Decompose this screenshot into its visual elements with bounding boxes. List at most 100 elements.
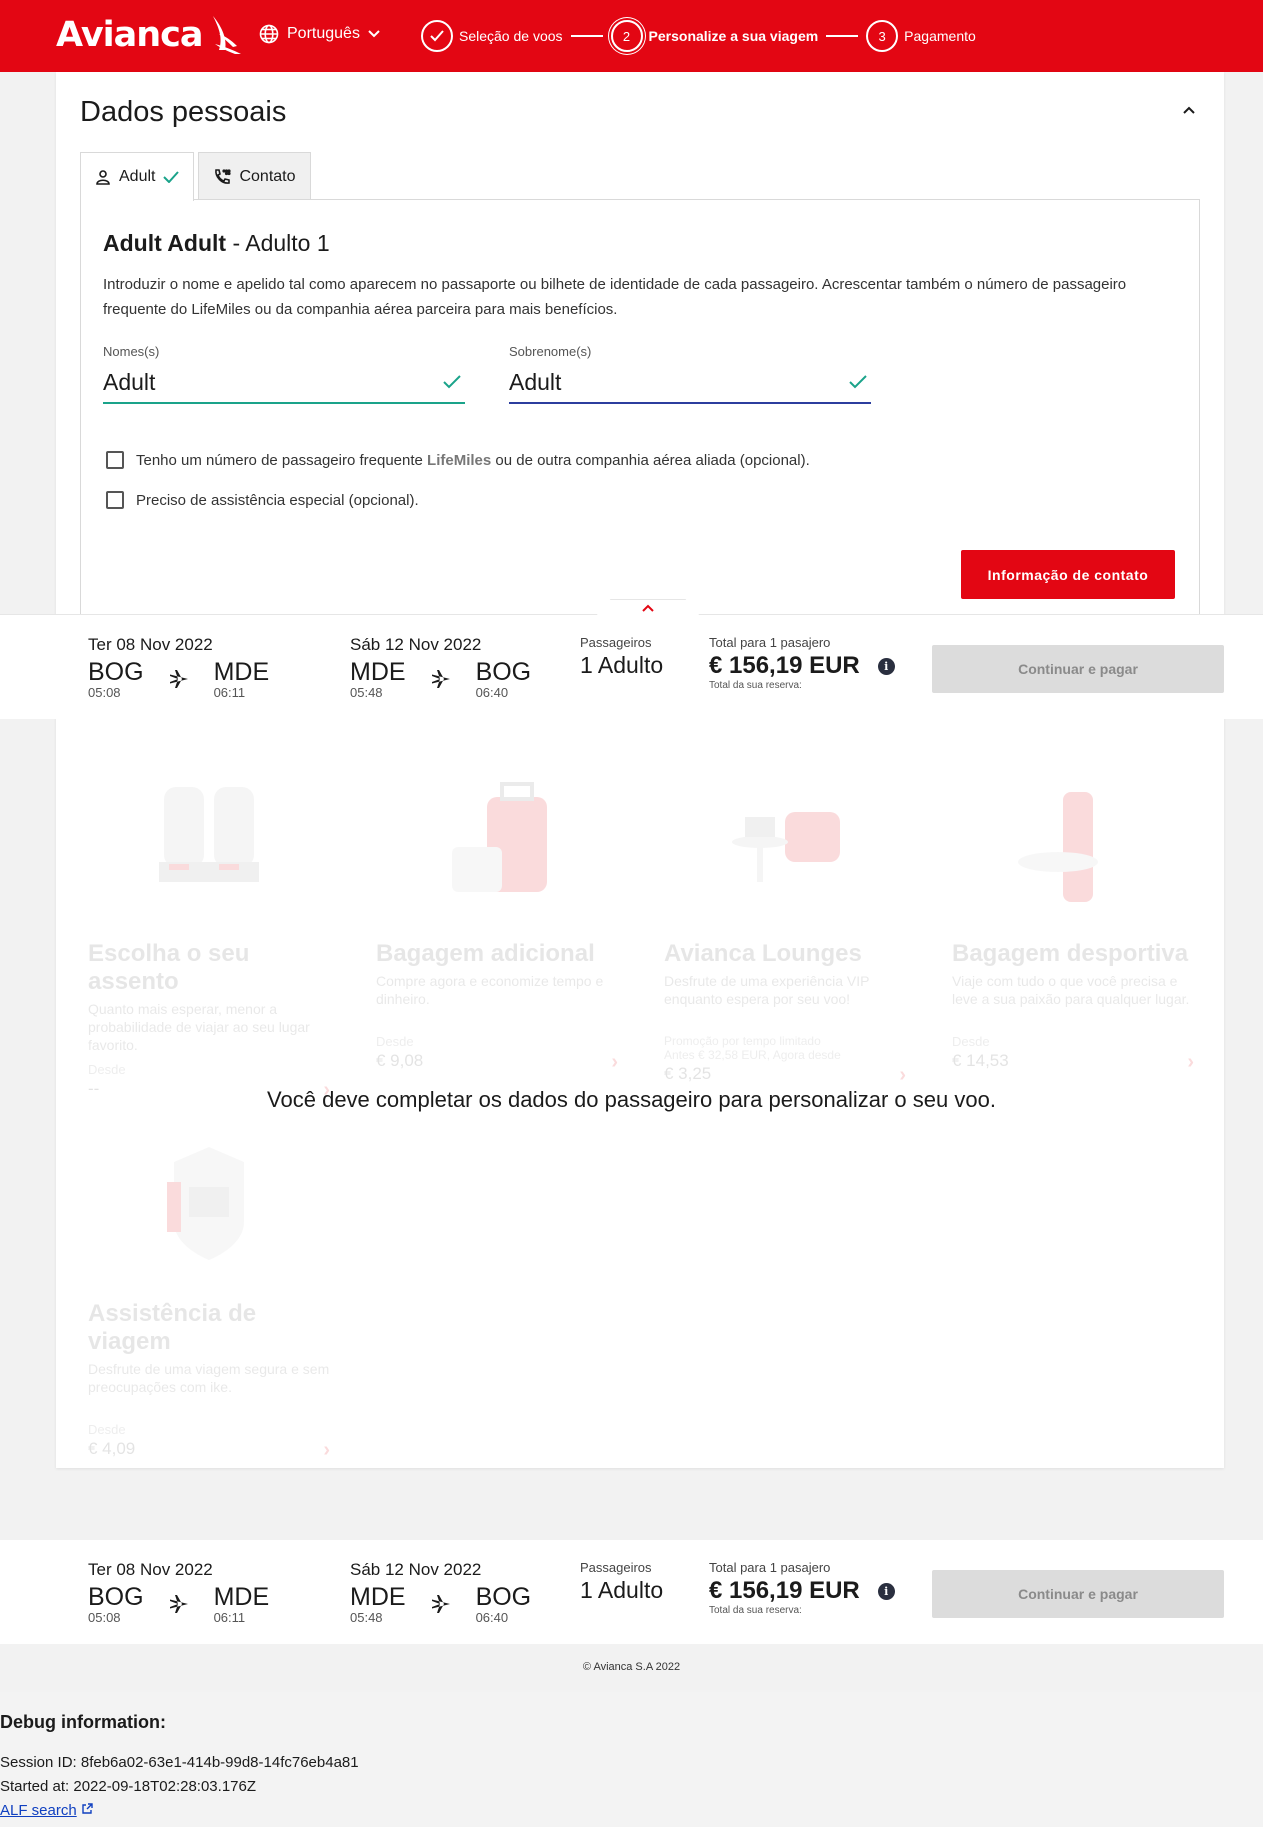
continue-pay-button[interactable]: Continuar e pagar (932, 645, 1224, 693)
ancillary-sports-card[interactable]: Bagagem desportiva Viaje com tudo o que … (938, 752, 1208, 1082)
origin-code: BOG (88, 658, 144, 686)
passengers-label: Passageiros (580, 635, 652, 650)
ancillary-title: Avianca Lounges (664, 940, 862, 967)
chevron-up-icon[interactable] (1179, 100, 1199, 120)
globe-icon (259, 24, 279, 44)
ancillary-from: Desde (952, 1034, 990, 1049)
departure-time: 05:48 (350, 1610, 383, 1625)
leg-date: Sáb 12 Nov 2022 (350, 1560, 482, 1579)
ancillary-desc: Desfrute de uma viagem segura e sem preo… (88, 1361, 330, 1395)
ancillary-from: Desde (88, 1062, 126, 1077)
special-assistance-checkbox[interactable] (106, 491, 124, 509)
origin-code: MDE (350, 658, 406, 686)
total-price: € 156,19 EUR i (709, 1577, 895, 1605)
total-price: € 156,19 EUR i (709, 652, 895, 680)
logo-bird-icon (212, 16, 241, 54)
step-number: 2 (610, 20, 643, 52)
first-name-input[interactable]: Adult (103, 362, 465, 404)
sticky-booking-summary: Ter 08 Nov 2022 BOG 05:08 MDE 06:11 Sáb 12… (0, 599, 1263, 719)
departure-time: 05:48 (350, 685, 383, 700)
ancillary-title: Escolha o seu assento (88, 940, 250, 995)
airplane-icon (431, 1595, 450, 1613)
info-icon[interactable]: i (877, 1582, 895, 1600)
person-icon (96, 170, 110, 185)
departure-time: 05:08 (88, 1610, 121, 1625)
ancillary-baggage-card[interactable]: Bagagem adicional Compre agora e economi… (362, 752, 632, 1082)
lifemiles-brand: LifeMiles (427, 451, 492, 469)
avianca-logo[interactable]: Avianca (56, 14, 243, 56)
price-value: € 3,25 (664, 1064, 712, 1083)
complete-data-notice: Você deve completar os dados do passagei… (267, 1087, 996, 1112)
total-label: Total para 1 pasajero (709, 1560, 831, 1575)
ancillary-title: Bagagem desportiva (952, 940, 1189, 967)
assistance-illustration (74, 1112, 344, 1292)
ancillary-lounge-card[interactable]: Avianca Lounges Desfrute de uma experiên… (650, 752, 920, 1086)
step-done-circle (421, 20, 453, 52)
first-name-field: Nomes(s) Adult (103, 344, 465, 404)
total-summary: Total para 1 pasajero € 156,19 EUR i Tota… (709, 1560, 895, 1616)
language-selector[interactable]: Português (259, 24, 380, 44)
chevron-right-icon: › (323, 1439, 330, 1461)
phone-icon (215, 168, 232, 184)
session-id: Session ID: 8feb6a02-63e1-414b-99d8-14fc… (0, 1754, 359, 1771)
ancillary-assistance-card[interactable]: Assistência de viagem Desfrute de uma vi… (74, 1112, 344, 1461)
contact-info-button[interactable]: Informação de contato (961, 550, 1175, 599)
lounge-illustration (650, 752, 920, 932)
info-icon[interactable]: i (877, 657, 895, 675)
total-sub: Total da sua reserva: (709, 680, 802, 691)
chevron-up-icon (642, 604, 654, 612)
seat-illustration (74, 752, 344, 932)
arrival-time: 06:11 (213, 1610, 246, 1625)
alf-search-link[interactable]: ALF search (0, 1802, 77, 1819)
passenger-name: Adult Adult (103, 230, 227, 256)
origin-code: MDE (350, 1583, 406, 1611)
chevron-right-icon: › (1187, 1051, 1194, 1073)
special-assistance-label: Preciso de assistência especial (opciona… (136, 491, 419, 509)
first-name-label: Nomes(s) (103, 344, 160, 359)
last-name-label: Sobrenome(s) (509, 344, 592, 359)
ancillary-title: Bagagem adicional (376, 940, 595, 967)
passengers-value: 1 Adulto (580, 1577, 664, 1603)
ancillary-promo: Promoção por tempo limitado (664, 1034, 821, 1048)
airplane-icon (169, 670, 188, 688)
step-flight-selection[interactable]: Seleção de voos (421, 20, 563, 52)
continue-pay-button[interactable]: Continuar e pagar (932, 1570, 1224, 1618)
baggage-illustration (362, 752, 632, 932)
passengers-value: 1 Adulto (580, 652, 664, 678)
ancillary-seat-card[interactable]: Escolha o seu assento Quanto mais espera… (74, 752, 344, 1101)
price-value: € 14,53 (952, 1051, 1009, 1070)
form-intro: Introduzir o nome e apelido tal como apa… (103, 276, 1127, 318)
frequent-flyer-checkbox[interactable] (106, 451, 124, 469)
leg-date: Ter 08 Nov 2022 (88, 1560, 213, 1579)
total-sub: Total da sua reserva: (709, 1605, 802, 1616)
ancillary-price: € 14,53 › (952, 1051, 1194, 1074)
leg-date: Sáb 12 Nov 2022 (350, 635, 482, 654)
airplane-icon (431, 670, 450, 688)
step-number: 3 (866, 20, 899, 52)
passenger-type: - Adulto 1 (226, 230, 330, 256)
inbound-leg: Sáb 12 Nov 2022 MDE 05:48 BOG 06:40 (350, 635, 570, 700)
chevron-down-icon (368, 30, 380, 38)
step-payment: 3 Pagamento (866, 20, 976, 52)
tab-adult[interactable]: Adult (80, 152, 195, 201)
outbound-leg: Ter 08 Nov 2022 BOG 05:08 MDE 06:11 (88, 1560, 308, 1625)
ancillary-desc: Quanto mais esperar, menor a probabilida… (88, 1001, 310, 1053)
step-label: Seleção de voos (459, 28, 563, 44)
sports-bag-illustration (938, 752, 1208, 932)
ancillary-from: Desde (88, 1422, 126, 1437)
summary-toggle[interactable] (596, 599, 700, 616)
step-label: Personalize a sua viagem (648, 28, 819, 44)
frequent-flyer-text-end: ou de outra companhia aérea aliada (opci… (491, 451, 810, 469)
debug-panel: Debug information: Session ID: 8feb6a02-… (0, 1692, 1263, 1827)
section-title: Dados pessoais (80, 96, 287, 128)
ancillary-price: € 4,09 › (88, 1439, 330, 1462)
last-name-input[interactable]: Adult (509, 362, 871, 404)
special-assistance-option[interactable]: Preciso de assistência especial (opciona… (106, 491, 419, 509)
tab-contact[interactable]: Contato (198, 152, 311, 200)
arrival-time: 06:40 (475, 685, 509, 700)
ancillary-price: € 9,08 › (376, 1051, 618, 1074)
passenger-tabs: Adult Contato (80, 152, 311, 201)
frequent-flyer-option[interactable]: Tenho um número de passageiro frequente … (106, 451, 810, 469)
logo-text: Avianca (56, 15, 204, 55)
chevron-right-icon: › (611, 1051, 618, 1073)
